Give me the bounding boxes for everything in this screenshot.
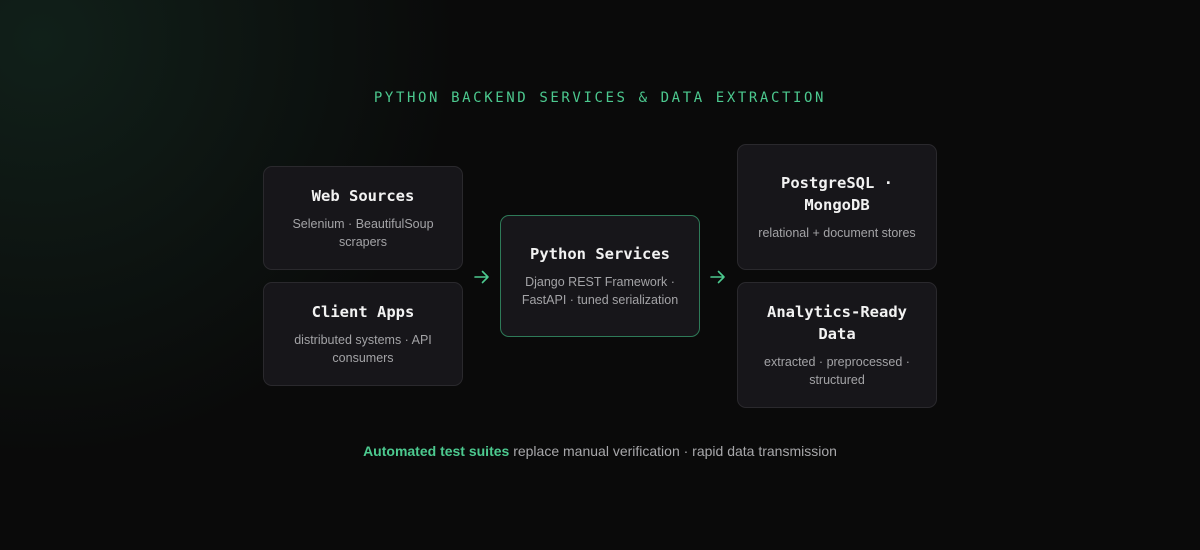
- diagram-title: PYTHON BACKEND SERVICES & DATA EXTRACTIO…: [373, 90, 827, 106]
- node-web-sources: Web Sources Selenium · BeautifulSoup scr…: [263, 166, 463, 270]
- node-web-sources-title: Web Sources: [311, 187, 415, 205]
- node-python-services: Python Services Django REST Framework · …: [500, 215, 700, 337]
- node-databases-subtitle: relational + document stores: [758, 226, 916, 240]
- node-web-sources-subtitle: Selenium · BeautifulSoup scrapers: [292, 217, 434, 249]
- node-client-apps-subtitle: distributed systems · API consumers: [294, 333, 432, 365]
- node-client-apps-title: Client Apps: [311, 303, 415, 321]
- node-analytics-subtitle: extracted · preprocessed · structured: [764, 355, 910, 387]
- arrow-right-icon: [474, 270, 489, 284]
- footer-highlight: Automated test suites: [363, 443, 510, 459]
- node-analytics: Analytics-Ready Data extracted · preproc…: [737, 282, 937, 408]
- node-python-services-title: Python Services: [530, 245, 670, 263]
- diagram-canvas: PYTHON BACKEND SERVICES & DATA EXTRACTIO…: [0, 0, 1200, 550]
- footer-text: replace manual verification · rapid data…: [509, 443, 837, 459]
- diagram-footer: Automated test suites replace manual ver…: [0, 443, 1200, 459]
- arrow-right-icon: [710, 270, 725, 284]
- node-python-services-subtitle: Django REST Framework · FastAPI · tuned …: [521, 275, 679, 307]
- node-databases-title: PostgreSQL · MongoDB: [781, 174, 893, 214]
- node-databases: PostgreSQL · MongoDB relational + docume…: [737, 144, 937, 270]
- node-analytics-title: Analytics-Ready Data: [767, 303, 907, 343]
- node-client-apps: Client Apps distributed systems · API co…: [263, 282, 463, 386]
